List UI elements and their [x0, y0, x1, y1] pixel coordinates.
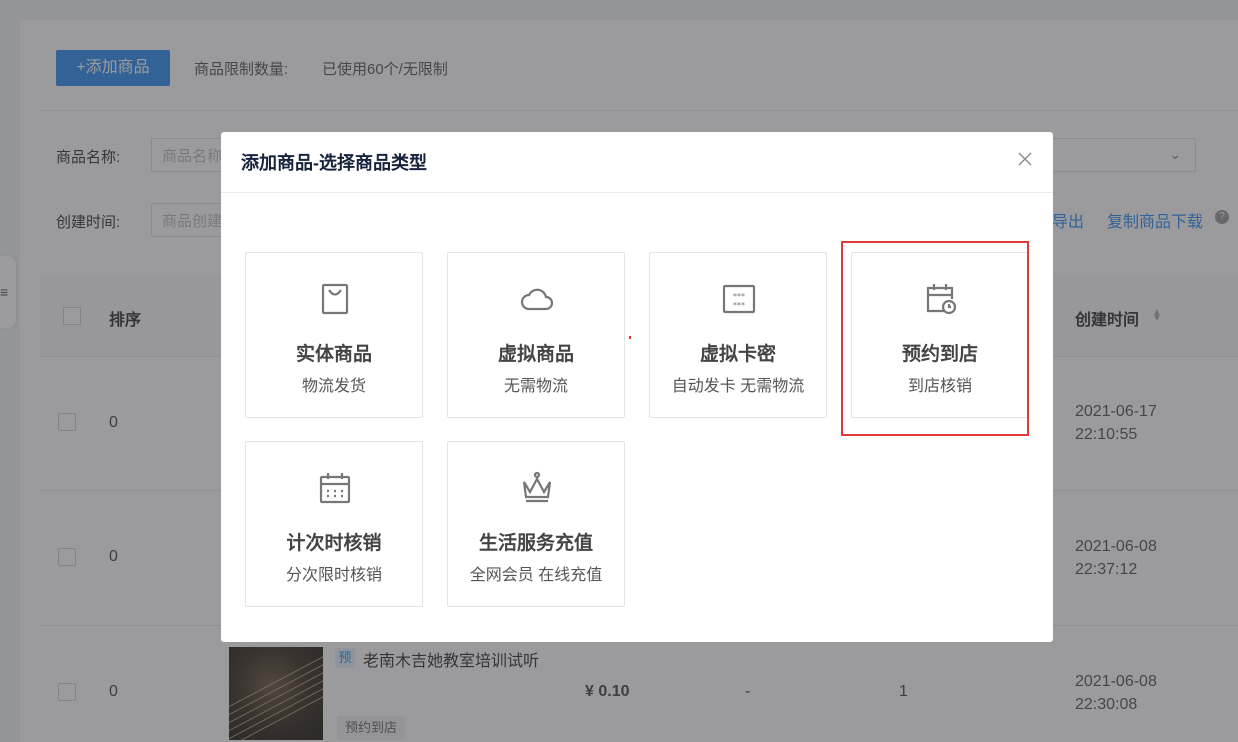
type-subtitle: 自动发卡 无需物流	[671, 378, 805, 395]
type-title: 虚拟卡密	[699, 344, 776, 365]
cloud-icon	[519, 281, 555, 317]
type-subtitle: 物流发货	[301, 378, 366, 395]
type-subtitle: 无需物流	[503, 378, 568, 395]
type-card-physical[interactable]: 实体商品 物流发货	[245, 252, 423, 418]
modal-divider	[221, 192, 1053, 193]
type-title: 生活服务充值	[478, 533, 593, 554]
svg-text:***: ***	[733, 301, 745, 310]
close-icon[interactable]	[1015, 149, 1035, 169]
type-card-times[interactable]: 计次时核销 分次限时核销	[245, 441, 423, 607]
type-card-recharge[interactable]: 生活服务充值 全网会员 在线充值	[447, 441, 625, 607]
select-type-modal: 添加商品-选择商品类型 实体商品 物流发货 虚拟商品 无需物流 *** *** 虚…	[221, 132, 1053, 642]
type-title: 计次时核销	[286, 533, 382, 554]
type-card-card-code[interactable]: *** *** 虚拟卡密 自动发卡 无需物流	[649, 252, 827, 418]
type-subtitle: 全网会员 在线充值	[469, 567, 603, 584]
highlight-box	[841, 241, 1029, 436]
modal-title: 添加商品-选择商品类型	[241, 153, 427, 173]
red-mark	[629, 336, 631, 339]
crown-icon	[519, 470, 555, 506]
svg-text:***: ***	[733, 292, 745, 301]
card-code-icon: *** ***	[721, 281, 757, 317]
type-card-virtual[interactable]: 虚拟商品 无需物流	[447, 252, 625, 418]
type-subtitle: 分次限时核销	[285, 567, 382, 584]
calendar-icon	[317, 470, 353, 506]
type-title: 虚拟商品	[497, 344, 574, 365]
type-title: 实体商品	[295, 344, 372, 365]
shopping-bag-icon	[317, 281, 353, 317]
